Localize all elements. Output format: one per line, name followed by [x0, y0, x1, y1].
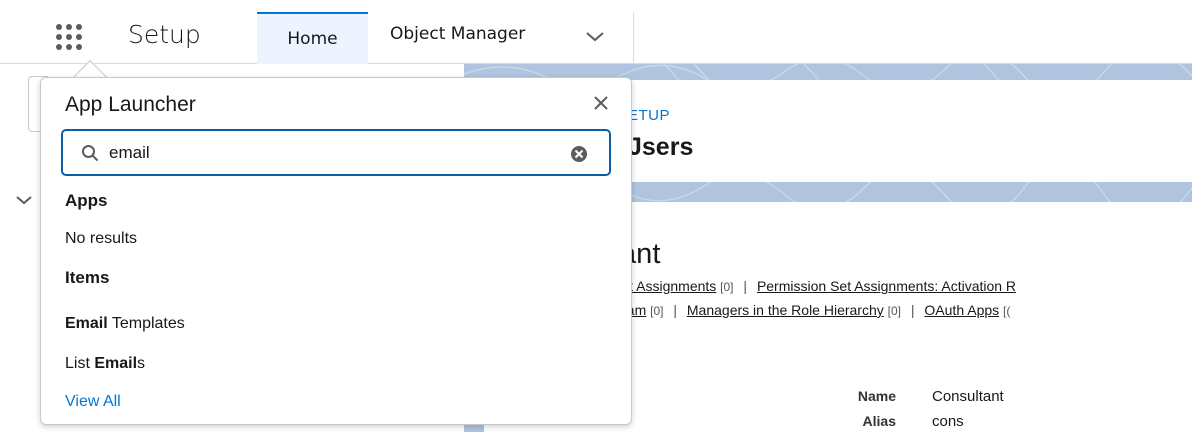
- item-match-text: Email: [94, 355, 138, 372]
- field-label-name: Name: [857, 388, 896, 404]
- field-value-alias: cons: [932, 413, 964, 430]
- link-oauth-apps[interactable]: OAuth Apps: [924, 302, 999, 318]
- item-match-text: Email: [65, 315, 108, 332]
- item-lead-text: List: [65, 355, 95, 372]
- item-email-templates[interactable]: Email Templates: [65, 315, 185, 333]
- view-all-link[interactable]: View All: [65, 393, 121, 411]
- item-rest-text: s: [137, 355, 146, 372]
- tab-divider: [633, 12, 634, 64]
- link-count: [(: [1003, 304, 1011, 318]
- link-managers-role-hierarchy[interactable]: Managers in the Role Hierarchy: [687, 302, 884, 318]
- apps-heading: Apps: [65, 191, 108, 210]
- chevron-down-icon[interactable]: [14, 193, 34, 207]
- link-separator: |: [743, 278, 748, 294]
- link-count: [0]: [720, 280, 734, 294]
- items-heading: Items: [65, 268, 110, 287]
- link-separator: |: [673, 302, 677, 318]
- field-label-alias: Alias: [862, 413, 896, 429]
- link-separator: |: [910, 302, 915, 318]
- page-title: Jsers: [628, 133, 694, 161]
- field-value-name: Consultant: [932, 388, 1004, 405]
- link-count: [0]: [650, 304, 664, 318]
- popover-title: App Launcher: [65, 93, 196, 116]
- search-icon: [82, 145, 99, 162]
- search-input[interactable]: [109, 139, 549, 167]
- related-links-row-2: Team [0] | Managers in the Role Hierarch…: [612, 302, 1010, 318]
- search-field[interactable]: [61, 129, 611, 176]
- item-list-emails[interactable]: List Emails: [65, 355, 145, 373]
- close-icon[interactable]: [590, 92, 612, 114]
- global-header: Setup Home Object Manager: [0, 0, 1192, 64]
- clear-search-icon[interactable]: [569, 144, 589, 164]
- tab-object-manager[interactable]: Object Manager: [390, 24, 525, 44]
- app-launcher-popover: App Launcher Apps No results Items Email…: [40, 77, 632, 425]
- related-links-row-1: Set Assignments [0] | Permission Set Ass…: [612, 278, 1016, 294]
- app-name: Setup: [128, 20, 201, 49]
- link-count: [0]: [887, 304, 901, 318]
- apps-no-results: No results: [65, 230, 138, 247]
- item-rest-text: Templates: [107, 315, 185, 332]
- breadcrumb[interactable]: ETUP: [628, 107, 670, 124]
- tab-home[interactable]: Home: [257, 12, 368, 64]
- app-launcher-waffle-icon[interactable]: [56, 24, 92, 50]
- link-permission-set-activation[interactable]: Permission Set Assignments: Activation R: [757, 278, 1016, 294]
- chevron-down-icon[interactable]: [584, 28, 606, 44]
